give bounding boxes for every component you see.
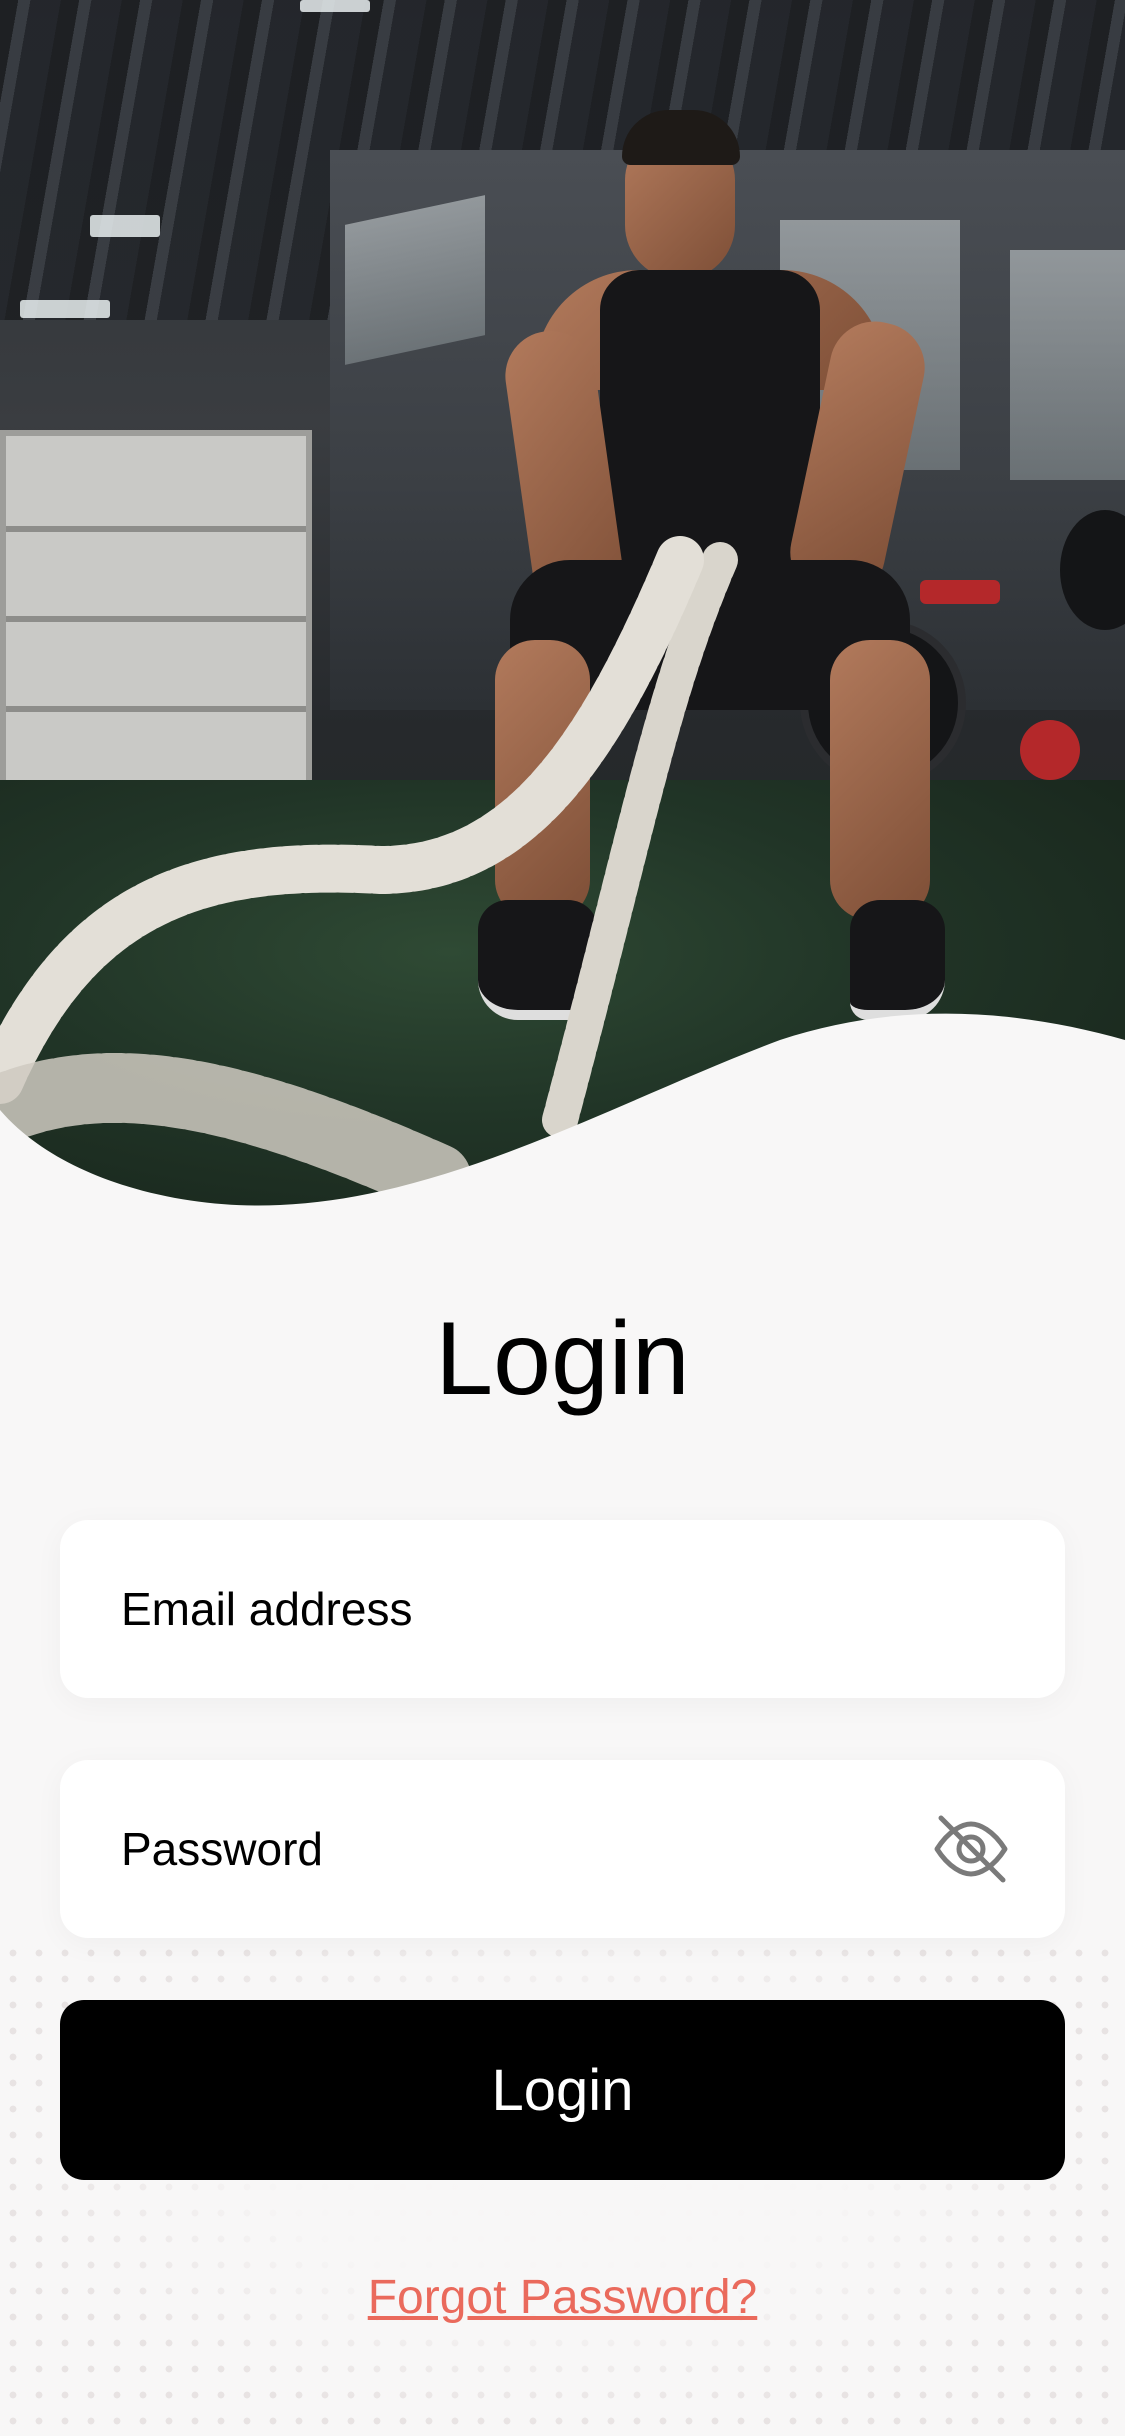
page-title: Login xyxy=(435,1301,690,1417)
email-field[interactable] xyxy=(60,1520,1065,1698)
password-input[interactable] xyxy=(60,1760,1065,1938)
wave-divider xyxy=(0,1013,1125,1210)
email-input[interactable] xyxy=(60,1520,1065,1698)
login-button[interactable]: Login xyxy=(60,2000,1065,2180)
hero-photo xyxy=(0,0,1125,1210)
password-field[interactable] xyxy=(60,1760,1065,1938)
eye-slash-icon[interactable] xyxy=(933,1814,1009,1884)
forgot-password-link[interactable]: Forgot Password? xyxy=(0,2270,1125,2325)
